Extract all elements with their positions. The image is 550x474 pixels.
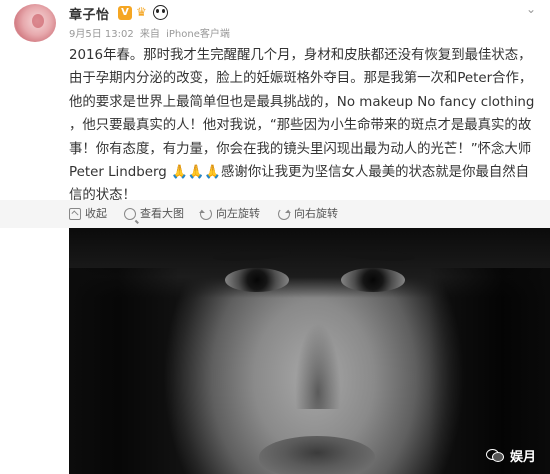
post-source-label: 来自 <box>139 29 160 40</box>
collapse-label: 收起 <box>85 207 107 220</box>
photo-nose <box>295 323 341 409</box>
watermark-text: 娱月 <box>509 449 536 465</box>
post-client[interactable]: iPhone客户端 <box>166 29 230 40</box>
photo-right-eye <box>341 268 405 292</box>
photo-left-eye <box>225 268 289 292</box>
magnifier-icon <box>124 208 136 220</box>
wechat-icon <box>485 448 504 462</box>
rotate-right-button[interactable]: 向右旋转 <box>278 206 338 222</box>
avatar[interactable] <box>14 4 56 42</box>
watermark: 娱月 <box>485 444 536 466</box>
rotate-left-button[interactable]: 向左旋转 <box>199 206 260 222</box>
post-text: 2016年春。那时我才生完醒醒几个月，身材和皮肤都还没有恢复到最佳状态，由于孕期… <box>69 48 535 204</box>
collapse-button[interactable]: 收起 <box>69 206 107 222</box>
rotate-left-label: 向左旋转 <box>216 207 260 220</box>
view-large-button[interactable]: 查看大图 <box>124 206 184 222</box>
image-toolbar: 收起 查看大图 向左旋转 向右旋转 <box>0 200 550 228</box>
rotate-right-icon <box>278 208 291 220</box>
verified-badge: V <box>118 6 132 20</box>
photo-lips <box>259 436 375 474</box>
post-date[interactable]: 9月5日 13:02 <box>69 29 134 40</box>
rotate-left-icon <box>199 208 212 220</box>
username[interactable]: 章子怡 <box>69 4 110 23</box>
collapse-icon <box>69 208 81 220</box>
panda-icon <box>153 5 168 20</box>
post-photo[interactable]: 娱月 <box>69 228 550 474</box>
view-large-label: 查看大图 <box>140 207 184 220</box>
post-meta: 9月5日 13:02 来自 iPhone客户端 <box>69 25 233 40</box>
photo-left-shadow <box>69 268 179 474</box>
rotate-right-label: 向右旋转 <box>294 207 338 220</box>
crown-icon: ♛ <box>136 5 147 19</box>
more-options-button[interactable]: ⌄ <box>526 2 536 16</box>
post-header: 章子怡 V ♛ 9月5日 13:02 来自 iPhone客户端 ⌄ <box>0 0 550 42</box>
